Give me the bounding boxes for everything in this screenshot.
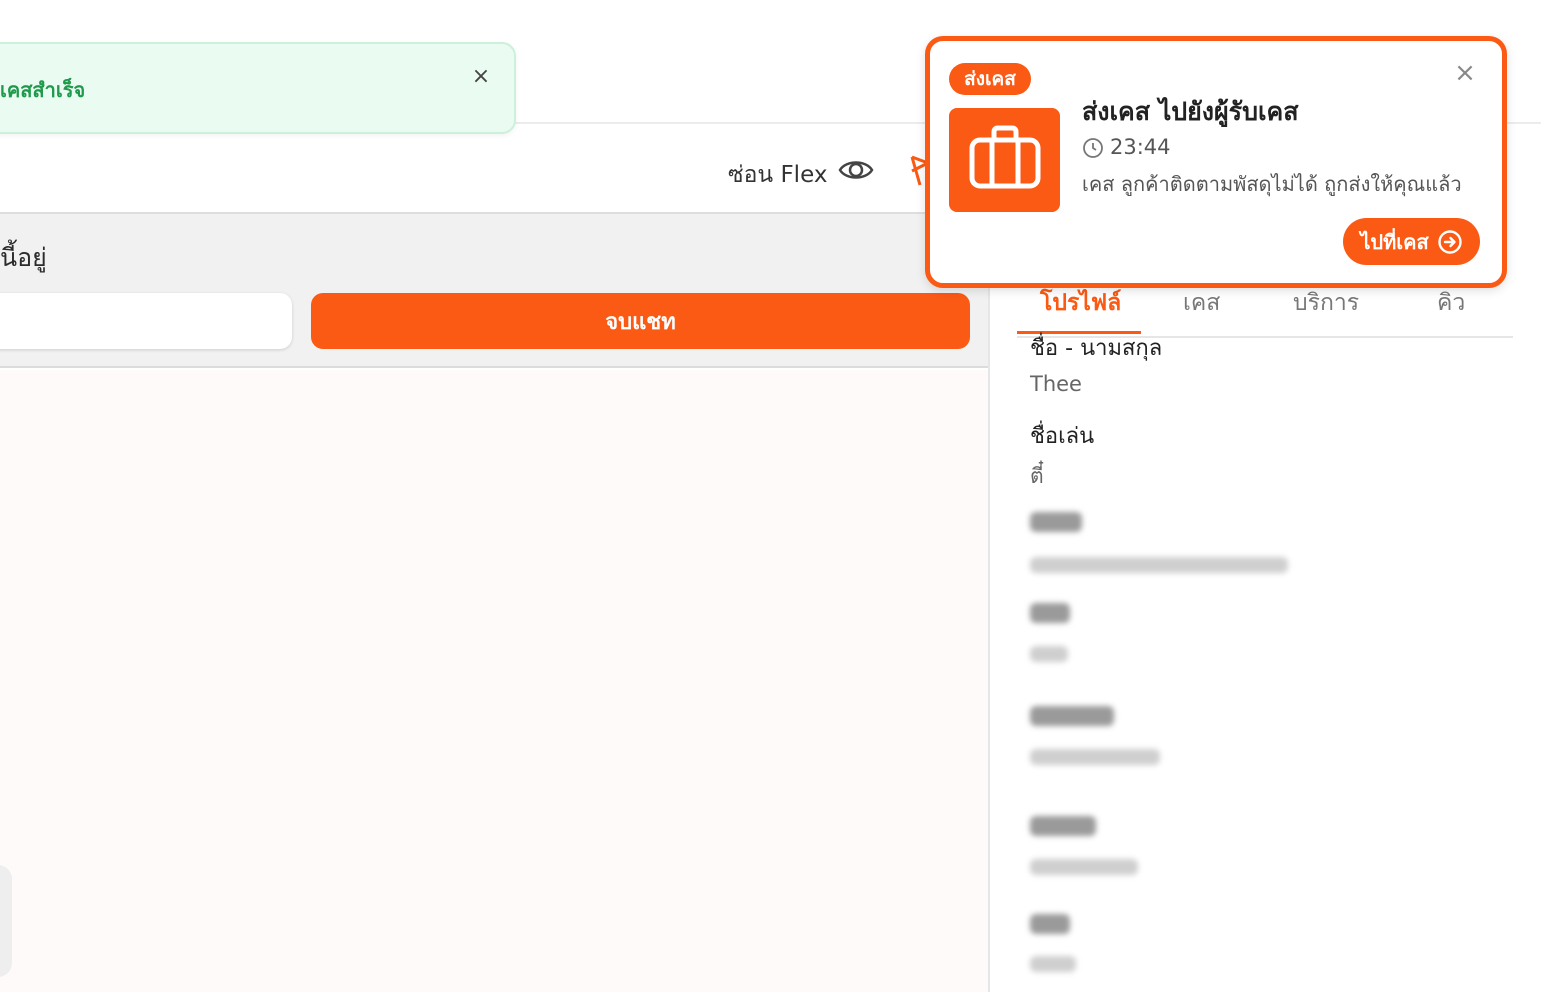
notification-badge: ส่งเคส xyxy=(949,63,1031,95)
redacted-field-label xyxy=(1030,706,1114,726)
redacted-field-value xyxy=(1030,956,1076,972)
tab-queue[interactable]: คิว xyxy=(1437,285,1465,321)
tab-service[interactable]: บริการ xyxy=(1293,285,1359,321)
name-label: ชื่อ - นามสกุล xyxy=(1030,336,1163,361)
side-collapse-handle[interactable] xyxy=(0,865,12,977)
success-toast-text: เคสสำเร็จ xyxy=(0,78,86,102)
end-chat-button[interactable]: จบแชท xyxy=(311,293,970,349)
redacted-field-label xyxy=(1030,512,1082,532)
status-input[interactable] xyxy=(0,293,292,349)
go-to-case-label: ไปที่เคส xyxy=(1360,229,1429,254)
briefcase-icon xyxy=(969,125,1041,189)
redacted-field-value xyxy=(1030,646,1068,662)
chat-message-area xyxy=(0,370,988,992)
tab-case[interactable]: เคส xyxy=(1183,285,1220,321)
go-to-case-button[interactable]: ไปที่เคส xyxy=(1343,218,1480,265)
redacted-field-label xyxy=(1030,603,1070,623)
nickname-label: ชื่อเล่น xyxy=(1030,424,1095,449)
nickname-value: ตี๋ xyxy=(1030,464,1044,488)
redacted-field-label xyxy=(1030,914,1070,934)
app-page: ซ่อน Flex นี้อยู่ จบแชท โปรไฟล์ เคส บริก… xyxy=(0,0,1541,992)
redacted-field-label xyxy=(1030,816,1096,836)
clock-icon xyxy=(1083,138,1103,158)
status-text: นี้อยู่ xyxy=(0,243,47,272)
notification-title: ส่งเคส ไปยังผู้รับเคส xyxy=(1082,97,1299,126)
close-icon[interactable]: × xyxy=(470,64,492,90)
close-icon[interactable]: × xyxy=(1452,60,1478,86)
redacted-field-value xyxy=(1030,557,1288,573)
notification-body: เคส ลูกค้าติดตามพัสดุไม่ได้ ถูกส่งให้คุณ… xyxy=(1082,172,1462,196)
redacted-field-value xyxy=(1030,859,1138,875)
eye-icon[interactable] xyxy=(838,155,874,185)
name-value: Thee xyxy=(1030,372,1082,396)
hide-flex-label[interactable]: ซ่อน Flex xyxy=(728,157,827,193)
notification-time: 23:44 xyxy=(1110,135,1171,159)
redacted-field-value xyxy=(1030,749,1160,765)
arrow-right-circle-icon xyxy=(1437,229,1462,254)
tab-profile[interactable]: โปรไฟล์ xyxy=(1040,285,1121,321)
